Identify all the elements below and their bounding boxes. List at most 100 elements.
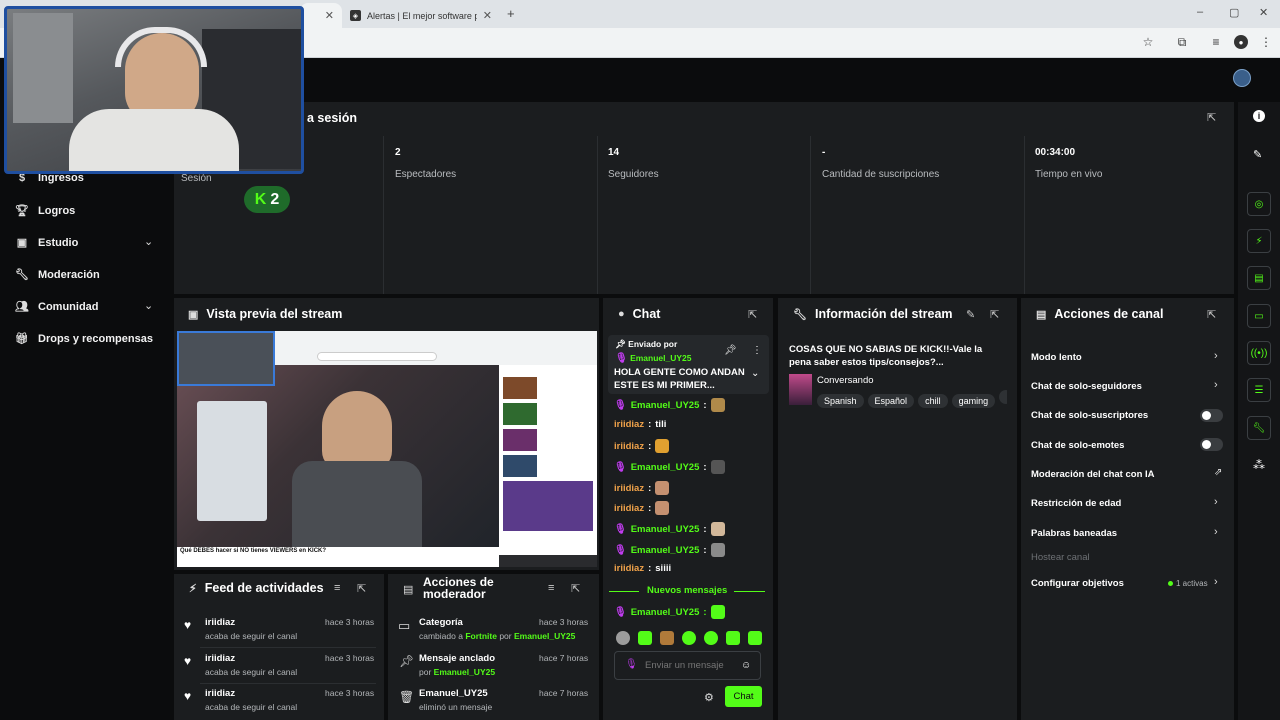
action-solo-seguidores[interactable]: Chat de solo-seguidores [1031,381,1142,392]
chat-message[interactable]: iriidiaz: [614,481,670,495]
media-control-icon[interactable]: ≡ [1209,35,1223,49]
pin-icon[interactable]: 📌︎ [724,345,737,356]
chat-username[interactable]: iriidiaz [614,441,644,452]
popout-icon[interactable]: ⇱ [990,308,999,321]
chat-username[interactable]: Emanuel_UY25 [631,462,700,473]
chat-message[interactable]: iriidiaz: [614,501,670,515]
popout-icon[interactable]: ⇱ [357,582,366,595]
chevron-right-icon[interactable]: › [1214,526,1218,538]
emote-icon[interactable] [660,631,674,645]
close-window-button[interactable]: ✕ [1259,6,1268,19]
chat-username[interactable]: iriidiaz [614,483,644,494]
sidebar-item-logros[interactable]: 🏆︎ Logros [15,204,75,218]
info-icon[interactable]: i [1253,110,1265,122]
chat-message[interactable]: 🎙︎ Emanuel_UY25: [614,398,725,412]
action-modo-lento[interactable]: Modo lento [1031,352,1082,363]
webcam-headphones [115,27,207,67]
emote-icon[interactable] [726,631,740,645]
feed-item-name[interactable]: iriidiaz [205,653,235,664]
browser-tab-alertas[interactable]: ◈ Alertas | El mejor software para ✕ [342,3,500,28]
user-avatar[interactable] [1233,69,1251,87]
sidebar-item-drops[interactable]: 🎁︎ Drops y recompensas [15,332,153,346]
external-link-icon[interactable]: ⇗ [1214,467,1222,478]
chat-bubble-icon[interactable]: ▭ [1247,304,1271,328]
action-moderacion-ia[interactable]: Moderación del chat con IA [1031,469,1155,480]
chat-message[interactable]: 🎙︎ Emanuel_UY25: [614,605,725,619]
chat-username[interactable]: iriidiaz [614,419,644,430]
popout-icon[interactable]: ⇱ [1207,308,1216,321]
minimize-button[interactable]: – [1197,6,1203,18]
camera-widget-icon[interactable]: ◎ [1247,192,1271,216]
action-palabras-baneadas[interactable]: Palabras baneadas [1031,528,1117,539]
close-tab-icon[interactable]: ✕ [325,9,334,22]
popout-icon[interactable]: ⇱ [571,582,580,595]
list-icon[interactable]: ☰ [1247,378,1271,402]
chat-message[interactable]: iriidiaz: tili [614,419,666,430]
edit-pencil-icon[interactable]: ✎ [1253,148,1262,161]
chevron-right-icon[interactable]: › [1214,496,1218,508]
popout-icon[interactable]: ⇱ [1207,111,1216,124]
feed-item-name[interactable]: iriidiaz [205,617,235,628]
popout-icon[interactable]: ⇱ [748,308,757,321]
chevron-right-icon[interactable]: › [1214,576,1218,588]
sidebar-item-comunidad[interactable]: 👥︎ Comunidad [15,300,98,314]
browser-tab-active[interactable]: ✕ [300,3,342,28]
stream-video[interactable]: Qué DEBES hacer si NO tienes VIEWERS en … [177,331,597,567]
session-title: a sesión [307,111,358,125]
chevron-right-icon[interactable]: › [1214,379,1218,391]
chat-message[interactable]: iriidiaz: [614,439,670,453]
video-caption: Qué DEBES hacer si NO tienes VIEWERS en … [180,548,327,554]
emote-icon[interactable] [616,631,630,645]
chevron-down-icon[interactable]: ⌄ [751,368,759,379]
action-configurar-objetivos[interactable]: Configurar objetivos [1031,578,1124,589]
broadcast-icon[interactable]: ((•)) [1247,341,1271,365]
new-tab-button[interactable]: + [507,6,515,21]
filter-icon[interactable]: ≡ [334,582,340,594]
emote-icon[interactable] [638,631,652,645]
chat-message[interactable]: 🎙︎ Emanuel_UY25: [614,522,725,536]
close-tab-icon[interactable]: ✕ [483,9,492,22]
maximize-button[interactable]: ▢ [1229,6,1239,19]
lightning-icon[interactable]: ⚡︎ [1247,229,1271,253]
gear-icon[interactable]: ⚙ [704,691,714,704]
feed-item-name[interactable]: iriidiaz [205,688,235,699]
stat-divider [597,136,598,294]
action-restriccion-edad[interactable]: Restricción de edad [1031,498,1121,509]
chat-input[interactable] [645,657,735,674]
chat-message[interactable]: iriidiaz: siiii [614,563,671,574]
action-solo-emotes[interactable]: Chat de solo-emotes [1031,440,1124,451]
edit-pencil-icon[interactable]: ✎ [966,308,975,321]
wrench-icon[interactable]: 🔧︎ [1247,416,1271,440]
browser-menu-icon[interactable]: ⋮ [1259,35,1273,49]
chat-message[interactable]: 🎙︎ Emanuel_UY25: [614,460,725,474]
chat-username[interactable]: iriidiaz [614,503,644,514]
stream-preview-title: ▣ Vista previa del stream [188,307,343,321]
toggle-solo-suscriptores[interactable] [1200,409,1223,422]
chat-username[interactable]: Emanuel_UY25 [631,545,700,556]
emote-icon[interactable] [704,631,718,645]
more-options-icon[interactable]: ⋮ [752,345,762,356]
pinned-user[interactable]: 🎙︎ Emanuel_UY25 [615,353,692,364]
document-icon[interactable]: ▤ [1247,266,1271,290]
emote-icon[interactable] [682,631,696,645]
profile-avatar[interactable]: ● [1234,35,1248,49]
stat-label-tiempo: Tiempo en vivo [1035,169,1103,180]
emote-icon[interactable] [748,631,762,645]
chevron-right-icon[interactable]: › [1214,350,1218,362]
send-chat-button[interactable]: Chat [725,686,762,707]
sidebar-item-moderacion[interactable]: 🔧︎ Moderación [15,268,100,282]
chat-message[interactable]: 🎙︎ Emanuel_UY25: [614,543,725,557]
chat-username[interactable]: iriidiaz [614,563,644,574]
action-solo-suscriptores[interactable]: Chat de solo-suscriptores [1031,410,1148,421]
sidebar-item-estudio[interactable]: ▣ Estudio [16,236,79,250]
emoji-icon[interactable]: ☺ [741,660,751,671]
extensions-icon[interactable]: ⧉ [1175,35,1189,49]
toggle-solo-emotes[interactable] [1200,438,1223,451]
bookmark-star-icon[interactable]: ☆ [1141,35,1155,49]
chat-username[interactable]: Emanuel_UY25 [631,400,700,411]
chevron-down-icon[interactable]: ⌄ [144,299,153,312]
chevron-down-icon[interactable]: ⌄ [144,235,153,248]
more-apps-icon[interactable]: ⁂ [1253,458,1265,472]
chat-username[interactable]: Emanuel_UY25 [631,524,700,535]
filter-icon[interactable]: ≡ [548,582,554,594]
